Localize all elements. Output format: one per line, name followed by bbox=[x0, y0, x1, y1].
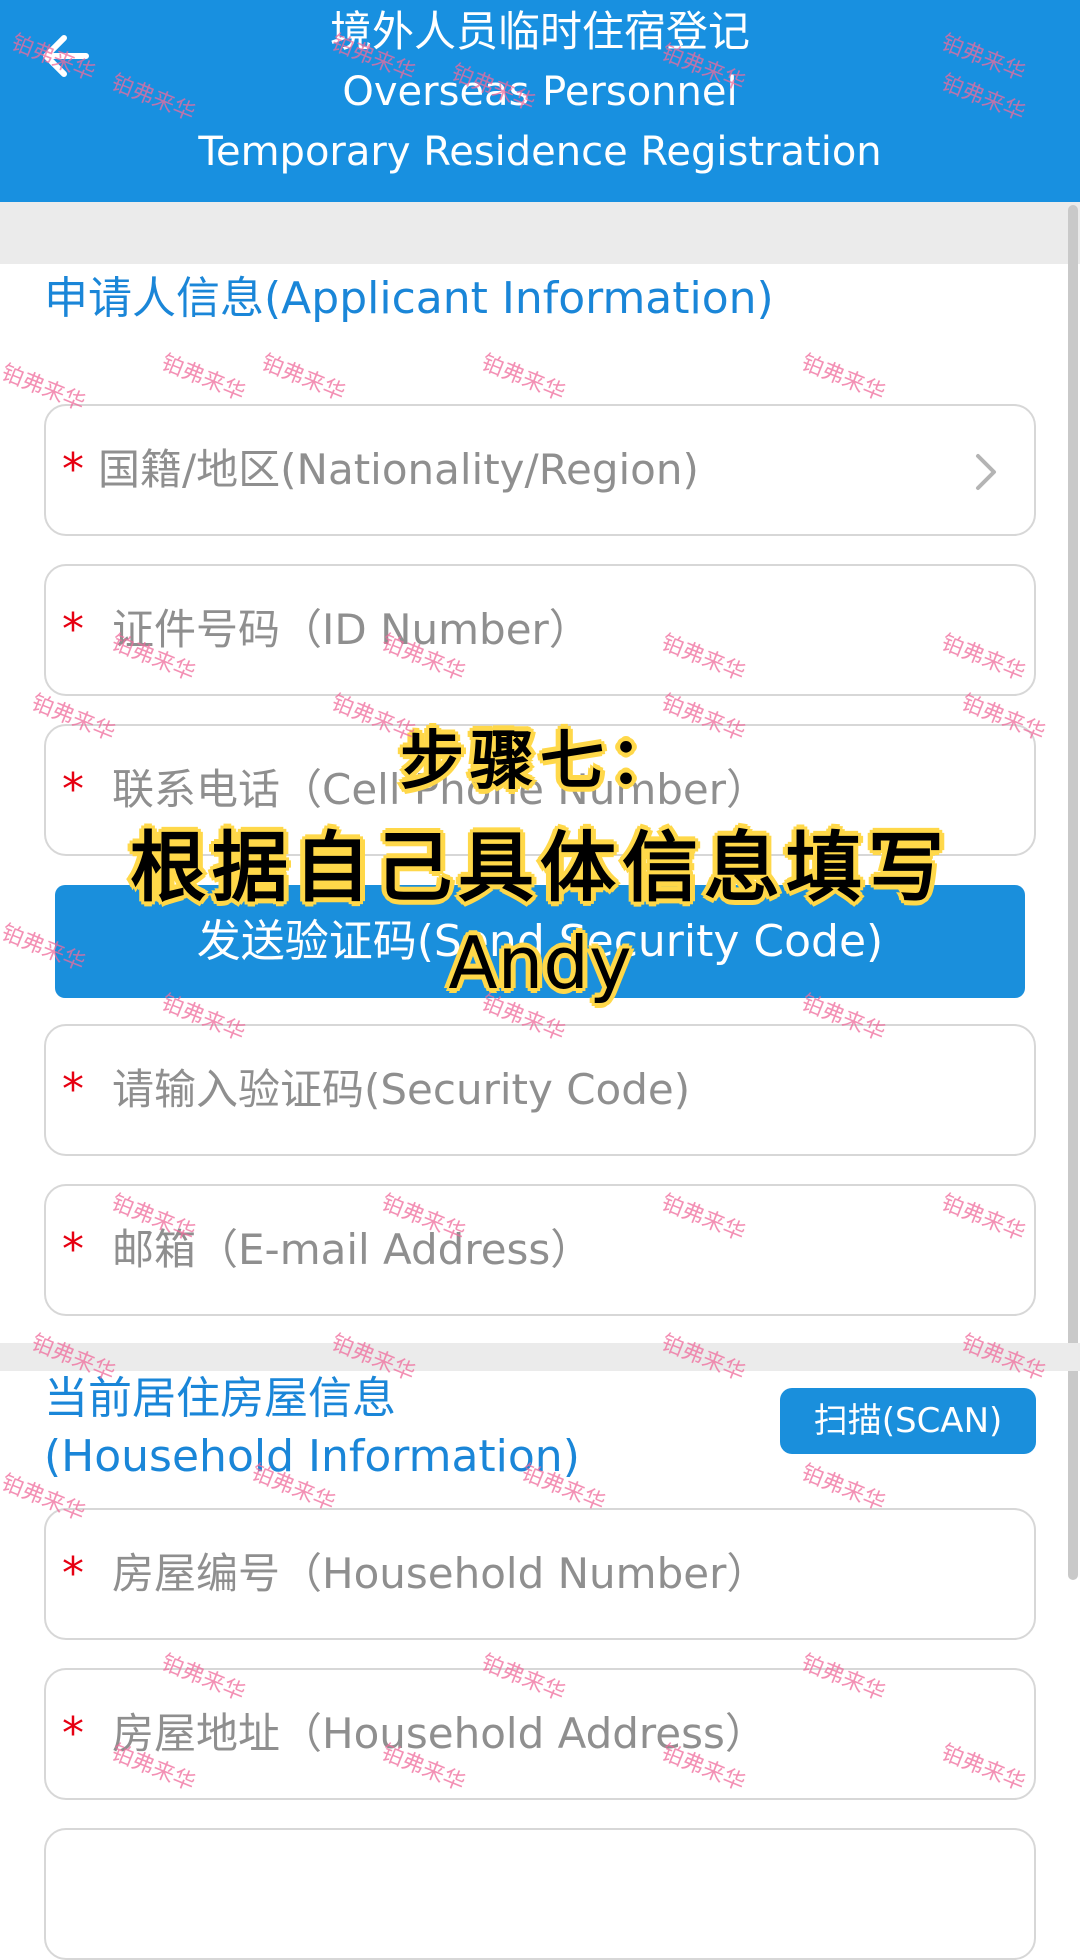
required-mark: * bbox=[62, 1064, 84, 1115]
watermark-text: 铂弗来华 bbox=[0, 360, 89, 417]
required-mark: * bbox=[62, 1708, 84, 1759]
watermark-text: 铂弗来华 bbox=[657, 1330, 749, 1387]
next-field-partial[interactable] bbox=[44, 1828, 1036, 1960]
id-number-placeholder: 证件号码（ID Number） bbox=[112, 605, 591, 654]
chevron-right-icon bbox=[976, 454, 996, 490]
watermark-text: 铂弗来华 bbox=[797, 350, 889, 407]
watermark-text: 铂弗来华 bbox=[477, 350, 569, 407]
required-mark: * bbox=[62, 444, 84, 495]
overlay-author: Andy bbox=[448, 921, 632, 1005]
email-input[interactable]: * 邮箱（E-mail Address） bbox=[44, 1184, 1036, 1316]
nationality-field[interactable]: * 国籍/地区(Nationality/Region) bbox=[44, 404, 1036, 536]
overlay-instruction: 根据自己具体信息填写 bbox=[130, 823, 950, 912]
watermark-text: 铂弗来华 bbox=[957, 1330, 1049, 1387]
section-divider bbox=[0, 1343, 1080, 1371]
watermark-text: 铂弗来华 bbox=[157, 350, 249, 407]
watermark-text: 铂弗来华 bbox=[257, 350, 349, 407]
security-code-input[interactable]: * 请输入验证码(Security Code) bbox=[44, 1024, 1036, 1156]
required-mark: * bbox=[62, 1548, 84, 1599]
applicant-section-title: 申请人信息(Applicant Information) bbox=[44, 273, 774, 324]
required-mark: * bbox=[62, 1224, 84, 1275]
section-divider bbox=[0, 202, 1080, 264]
title-en-2: Temporary Residence Registration bbox=[198, 129, 882, 175]
overlay-step-title: 步骤七： bbox=[400, 725, 680, 799]
household-number-placeholder: 房屋编号（Household Number） bbox=[112, 1549, 769, 1598]
household-number-input[interactable]: * 房屋编号（Household Number） bbox=[44, 1508, 1036, 1640]
title-cn: 境外人员临时住宿登记 bbox=[329, 7, 750, 56]
required-mark: * bbox=[62, 604, 84, 655]
scan-button[interactable]: 扫描(SCAN) bbox=[780, 1388, 1036, 1454]
security-code-placeholder: 请输入验证码(Security Code) bbox=[112, 1065, 691, 1114]
nationality-label: 国籍/地区(Nationality/Region) bbox=[98, 445, 699, 494]
